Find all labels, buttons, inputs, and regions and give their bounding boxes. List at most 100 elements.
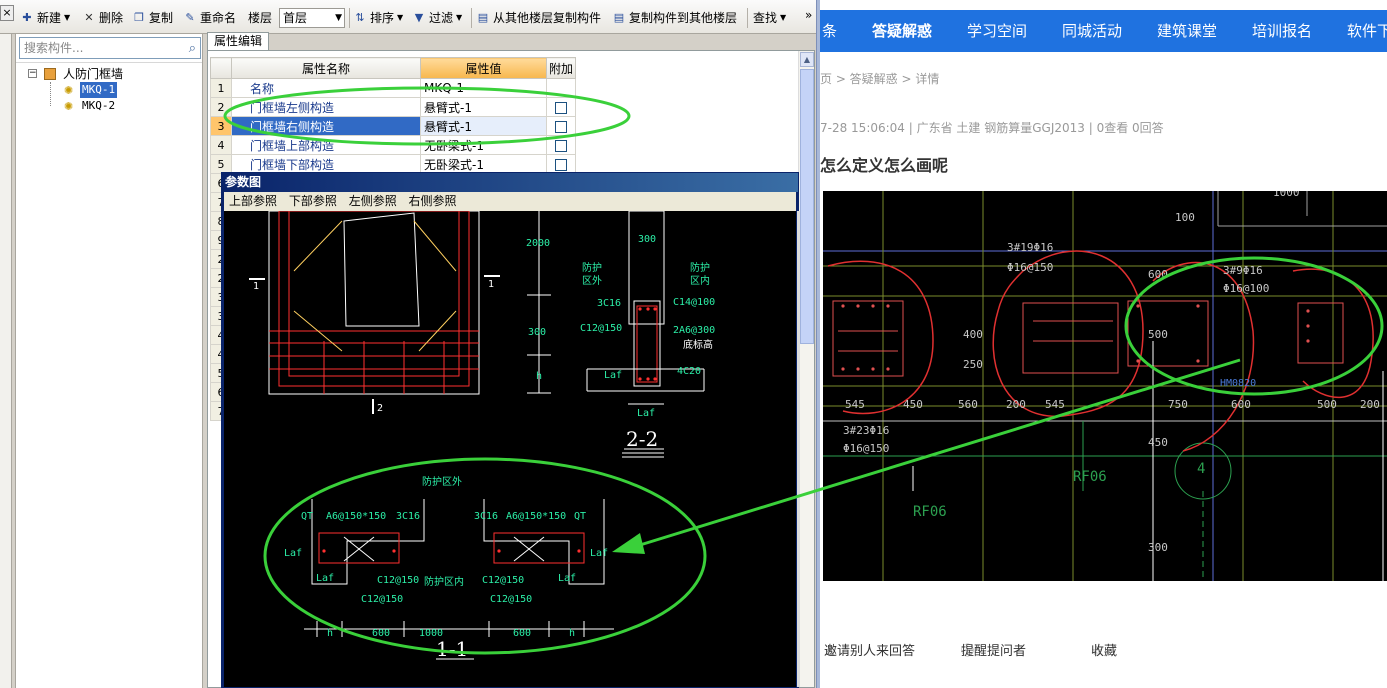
row-number: 4 — [210, 135, 232, 155]
extra-checkbox-cell — [546, 78, 576, 98]
nav-item-events[interactable]: 同城活动 — [1062, 10, 1122, 52]
extra-checkbox[interactable] — [555, 158, 567, 171]
cad-label-3c16-left: 3C16 — [396, 511, 420, 522]
reference-menu: 上部参照 下部参照 左侧参照 右侧参照 — [224, 192, 796, 211]
column-header-value[interactable]: 属性值 — [420, 57, 547, 79]
new-button[interactable]: ✚ 新建 ▼ — [20, 9, 70, 27]
property-value[interactable]: MKQ-1 — [420, 78, 547, 98]
sort-icon: ⇅ — [355, 11, 365, 24]
find-button[interactable]: 查找 ▼ — [753, 9, 786, 27]
toolbar-divider — [747, 8, 748, 28]
photo-dim-v3: 500 — [1148, 328, 1168, 341]
column-header-name[interactable]: 属性名称 — [231, 57, 421, 79]
property-name[interactable]: 门框墙左侧构造 — [231, 97, 421, 117]
nav-item-learning[interactable]: 学习空间 — [967, 10, 1027, 52]
menu-top-reference[interactable]: 上部参照 — [229, 194, 277, 208]
photo-label-rf-section: RF06 — [1073, 469, 1107, 485]
cad-label-qt-left: QT — [301, 511, 313, 522]
property-row[interactable]: 2 门框墙左侧构造 悬臂式-1 — [210, 97, 576, 117]
cad-label-laf-left: Laf — [284, 548, 302, 559]
forum-webpage: 条 答疑解惑 学习空间 同城活动 建筑课堂 培训报名 软件下 页 > 答疑解惑 … — [820, 0, 1387, 688]
cad-label-a6-right: A6@150*150 — [506, 511, 566, 522]
rename-button[interactable]: ✎ 重命名 — [183, 9, 236, 27]
menu-right-reference[interactable]: 右侧参照 — [409, 194, 457, 208]
cad-label-laf-b: Laf — [637, 408, 655, 419]
nav-item-answers[interactable]: 答疑解惑 — [872, 10, 932, 52]
property-name[interactable]: 门框墙右侧构造 — [231, 116, 421, 136]
photo-dim-d1: 545 — [845, 398, 865, 411]
collapse-icon[interactable]: − — [28, 69, 37, 78]
property-value[interactable]: 悬臂式-1 — [420, 97, 547, 117]
nav-item-training[interactable]: 培训报名 — [1252, 10, 1312, 52]
nav-item-0[interactable]: 条 — [822, 10, 837, 52]
cad-mark-1-right: 1 — [488, 279, 494, 290]
component-tree: − 人防门框墙 ✺ MKQ-1 ✺ MKQ-2 — [16, 62, 202, 114]
filter-button[interactable]: ▼ 过滤 ▼ — [412, 9, 462, 27]
cad-dim-h: h — [536, 371, 542, 382]
property-name[interactable]: 门框墙上部构造 — [231, 135, 421, 155]
property-value[interactable]: 悬臂式-1 — [420, 116, 547, 136]
tree-root[interactable]: − 人防门框墙 — [16, 66, 202, 82]
chevron-down-icon: ⌄ — [965, 644, 976, 659]
photo-dim-v1: 400 — [963, 328, 983, 341]
toolbar-overflow-button[interactable]: » — [805, 6, 812, 24]
property-scrollbar[interactable]: ▲ — [798, 51, 814, 687]
copy-to-floor-button[interactable]: ▤ 复制构件到其他楼层 — [612, 9, 737, 27]
extra-checkbox[interactable] — [555, 120, 567, 133]
tree-item-mkq-1[interactable]: ✺ MKQ-1 — [16, 82, 202, 98]
property-name[interactable]: 门框墙下部构造 — [231, 154, 421, 174]
tree-item-mkq-2[interactable]: ✺ MKQ-2 — [16, 98, 202, 114]
cad-label-qt-right: QT — [574, 511, 586, 522]
cad-dim-600-left: 600 — [372, 628, 390, 639]
nav-item-classroom[interactable]: 建筑课堂 — [1157, 10, 1217, 52]
property-row[interactable]: 3 门框墙右侧构造 悬臂式-1 — [210, 116, 576, 136]
parameter-diagram-window: 参数图 上部参照 下部参照 左侧参照 右侧参照 1 1 2 2000 300 h… — [221, 172, 800, 688]
cad-section-2-2: 2-2 — [626, 427, 658, 451]
cad-label-bottom-elevation: 底标高 — [683, 338, 713, 351]
cad-label-c12-150: C12@150 — [580, 323, 622, 334]
cad-parameter-drawing[interactable]: 1 1 2 2000 300 h 300 防护 区外 防护 区内 3C16 C1… — [224, 211, 796, 687]
photo-dim-d2: 450 — [903, 398, 923, 411]
scroll-up-icon[interactable]: ▲ — [800, 52, 814, 67]
row-number: 3 — [210, 116, 232, 136]
cad-label-2a6-300: 2A6@300 — [673, 325, 715, 336]
column-header-extra[interactable]: 附加 — [546, 57, 576, 79]
property-row[interactable]: 5 门框墙下部构造 无卧梁式-1 — [210, 154, 576, 174]
delete-button[interactable]: ✕ 删除 — [82, 9, 123, 27]
breadcrumb[interactable]: 页 > 答疑解惑 > 详情 — [820, 70, 939, 88]
close-icon[interactable]: × — [0, 5, 14, 21]
copy-button[interactable]: ❐ 复制 — [132, 9, 173, 27]
photo-label-l3: 3#9Φ16 — [1223, 264, 1263, 277]
menu-bottom-reference[interactable]: 下部参照 — [289, 194, 337, 208]
extra-checkbox[interactable] — [555, 101, 567, 114]
floor-select[interactable]: 首层 ▼ — [279, 8, 345, 28]
cad-dim-300: 300 — [528, 327, 546, 338]
photo-dim-d8: 500 — [1317, 398, 1337, 411]
property-row[interactable]: 1 名称 MKQ-1 — [210, 78, 576, 98]
chevron-down-icon: ▼ — [335, 13, 342, 23]
photo-label-l5: 3#23Φ16 — [843, 424, 889, 437]
search-input[interactable]: 搜索构件... ⌕ — [19, 37, 201, 59]
search-icon[interactable]: ⌕ — [189, 39, 196, 59]
toolbar-divider — [471, 8, 472, 28]
sort-button[interactable]: ⇅ 排序 ▼ — [353, 9, 403, 27]
nav-item-software[interactable]: 软件下 — [1347, 10, 1387, 52]
property-name[interactable]: 名称 — [231, 78, 421, 98]
copy-from-floor-button[interactable]: ▤ 从其他楼层复制构件 — [476, 9, 601, 27]
extra-checkbox[interactable] — [555, 139, 567, 152]
tab-property-edit[interactable]: 属性编辑 — [207, 32, 269, 50]
window-title[interactable]: 参数图 — [222, 173, 798, 192]
photo-dim-v4: 600 — [1148, 268, 1168, 281]
photo-dim-v7: 450 — [1148, 436, 1168, 449]
new-icon: ✚ — [22, 11, 32, 24]
copy-from-floor-icon: ▤ — [477, 11, 489, 24]
floor-label: 楼层 — [248, 11, 273, 25]
property-row[interactable]: 4 门框墙上部构造 无卧梁式-1 — [210, 135, 576, 155]
menu-left-reference[interactable]: 左侧参照 — [349, 194, 397, 208]
toolbar-divider — [349, 8, 350, 28]
filter-icon: ▼ — [414, 11, 424, 24]
property-value[interactable]: 无卧梁式-1 — [420, 135, 547, 155]
property-value[interactable]: 无卧梁式-1 — [420, 154, 547, 174]
scrollbar-thumb[interactable] — [800, 69, 814, 344]
question-cad-screenshot[interactable]: 3#19Φ16 Φ16@150 3#9Φ16 Φ16@100 3#23Φ16 Φ… — [823, 191, 1387, 581]
